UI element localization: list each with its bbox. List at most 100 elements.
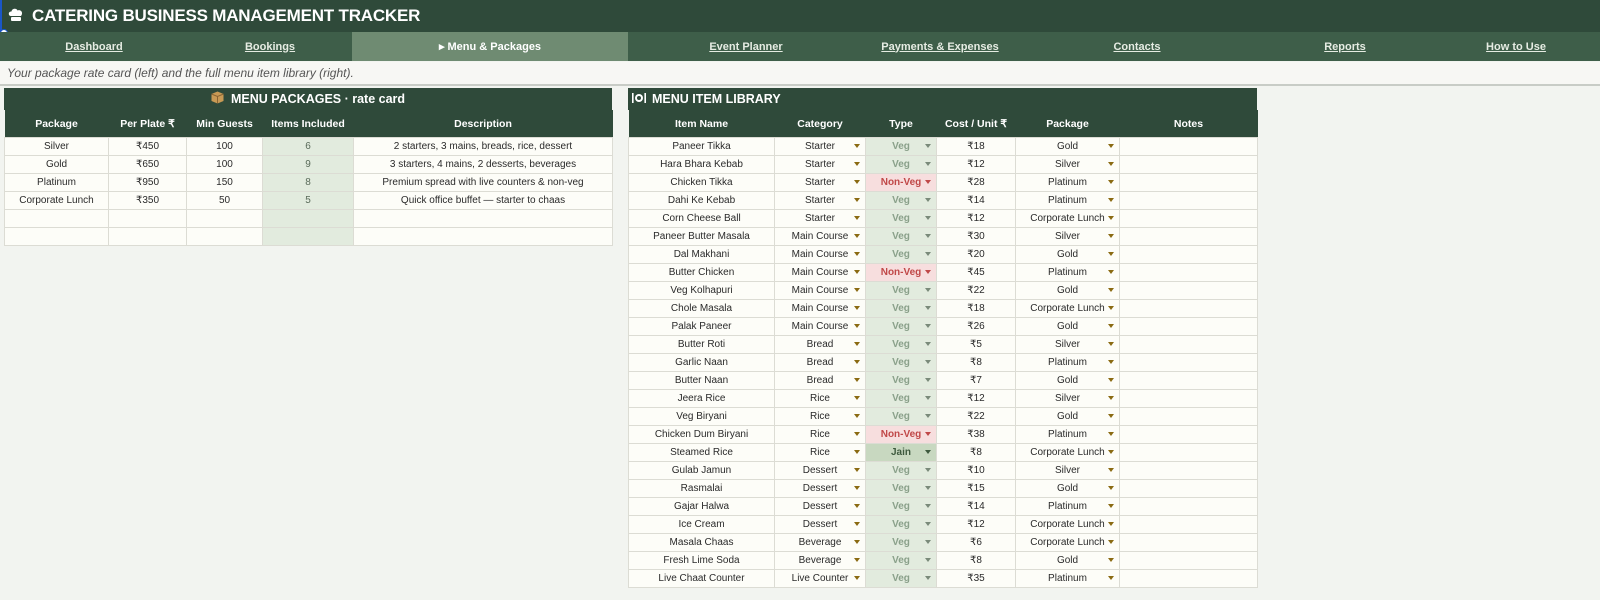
dropdown-arrow-icon[interactable] <box>1108 378 1114 382</box>
cell-package[interactable]: Gold <box>1015 281 1120 300</box>
cell-category[interactable]: Starter <box>774 155 866 174</box>
dropdown-arrow-icon[interactable] <box>854 360 860 364</box>
dropdown-arrow-icon[interactable] <box>854 576 860 580</box>
dropdown-arrow-icon[interactable] <box>1108 198 1114 202</box>
cell-notes[interactable] <box>1119 533 1258 552</box>
dropdown-arrow-icon[interactable] <box>1108 396 1114 400</box>
cell-package[interactable]: Gold <box>1015 245 1120 264</box>
cell-notes[interactable] <box>1119 479 1258 498</box>
dropdown-arrow-icon[interactable] <box>854 522 860 526</box>
cell-cost-unit[interactable]: ₹12 <box>936 155 1016 174</box>
cell-notes[interactable] <box>1119 191 1258 210</box>
dropdown-arrow-icon[interactable] <box>1108 558 1114 562</box>
dropdown-arrow-icon[interactable] <box>925 162 931 166</box>
cell-item-name[interactable]: Ice Cream <box>628 515 775 534</box>
cell-type[interactable]: Veg <box>865 227 937 246</box>
cell-category[interactable]: Main Course <box>774 281 866 300</box>
cell-notes[interactable] <box>1119 461 1258 480</box>
cell-category[interactable]: Dessert <box>774 497 866 516</box>
tab-event-planner[interactable]: Event Planner <box>628 32 864 61</box>
cell-item-name[interactable]: Veg Kolhapuri <box>628 281 775 300</box>
cell-package[interactable] <box>4 209 109 228</box>
cell-category[interactable]: Main Course <box>774 263 866 282</box>
dropdown-arrow-icon[interactable] <box>925 306 931 310</box>
cell-cost-unit[interactable]: ₹30 <box>936 227 1016 246</box>
dropdown-arrow-icon[interactable] <box>1108 432 1114 436</box>
dropdown-arrow-icon[interactable] <box>925 396 931 400</box>
dropdown-arrow-icon[interactable] <box>1108 180 1114 184</box>
cell-type[interactable]: Veg <box>865 353 937 372</box>
dropdown-arrow-icon[interactable] <box>854 432 860 436</box>
cell-package[interactable]: Corporate Lunch <box>1015 209 1120 228</box>
cell-cost-unit[interactable]: ₹12 <box>936 515 1016 534</box>
cell-per-plate[interactable] <box>108 227 187 246</box>
tab-how-to-use[interactable]: How to Use <box>1432 32 1600 61</box>
cell-package[interactable]: Gold <box>1015 317 1120 336</box>
cell-package[interactable]: Corporate Lunch <box>1015 443 1120 462</box>
cell-cost-unit[interactable]: ₹8 <box>936 353 1016 372</box>
cell-category[interactable]: Rice <box>774 389 866 408</box>
cell-type[interactable]: Veg <box>865 479 937 498</box>
cell-type[interactable]: Veg <box>865 407 937 426</box>
dropdown-arrow-icon[interactable] <box>925 468 931 472</box>
cell-type[interactable]: Veg <box>865 551 937 570</box>
cell-type[interactable]: Veg <box>865 209 937 228</box>
cell-type[interactable]: Veg <box>865 515 937 534</box>
tab-contacts[interactable]: Contacts <box>1016 32 1258 61</box>
cell-cost-unit[interactable]: ₹45 <box>936 263 1016 282</box>
cell-type[interactable]: Veg <box>865 389 937 408</box>
dropdown-arrow-icon[interactable] <box>854 144 860 148</box>
cell-item-name[interactable]: Masala Chaas <box>628 533 775 552</box>
dropdown-arrow-icon[interactable] <box>925 270 931 274</box>
cell-type[interactable]: Veg <box>865 461 937 480</box>
cell-item-name[interactable]: Paneer Tikka <box>628 137 775 156</box>
dropdown-arrow-icon[interactable] <box>925 414 931 418</box>
dropdown-arrow-icon[interactable] <box>854 540 860 544</box>
cell-type[interactable]: Veg <box>865 155 937 174</box>
cell-per-plate[interactable] <box>108 209 187 228</box>
cell-package[interactable]: Corporate Lunch <box>4 191 109 210</box>
cell-type[interactable]: Veg <box>865 281 937 300</box>
cell-package[interactable] <box>4 227 109 246</box>
cell-package[interactable]: Silver <box>1015 227 1120 246</box>
cell-notes[interactable] <box>1119 425 1258 444</box>
cell-category[interactable]: Rice <box>774 407 866 426</box>
dropdown-arrow-icon[interactable] <box>854 270 860 274</box>
cell-item-name[interactable]: Gajar Halwa <box>628 497 775 516</box>
cell-item-name[interactable]: Steamed Rice <box>628 443 775 462</box>
cell-notes[interactable] <box>1119 551 1258 570</box>
cell-min-guests[interactable] <box>186 209 263 228</box>
dropdown-arrow-icon[interactable] <box>854 378 860 382</box>
cell-per-plate[interactable]: ₹450 <box>108 137 187 156</box>
dropdown-arrow-icon[interactable] <box>1108 162 1114 166</box>
dropdown-arrow-icon[interactable] <box>925 198 931 202</box>
cell-package[interactable]: Silver <box>1015 335 1120 354</box>
dropdown-arrow-icon[interactable] <box>1108 306 1114 310</box>
dropdown-arrow-icon[interactable] <box>1108 450 1114 454</box>
cell-package[interactable]: Gold <box>4 155 109 174</box>
cell-category[interactable]: Main Course <box>774 227 866 246</box>
cell-per-plate[interactable]: ₹350 <box>108 191 187 210</box>
cell-category[interactable]: Beverage <box>774 551 866 570</box>
cell-notes[interactable] <box>1119 281 1258 300</box>
cell-cost-unit[interactable]: ₹12 <box>936 389 1016 408</box>
cell-type[interactable]: Veg <box>865 317 937 336</box>
cell-item-name[interactable]: Chole Masala <box>628 299 775 318</box>
dropdown-arrow-icon[interactable] <box>854 324 860 328</box>
dropdown-arrow-icon[interactable] <box>1108 288 1114 292</box>
cell-items-included[interactable]: 9 <box>262 155 354 174</box>
dropdown-arrow-icon[interactable] <box>925 486 931 490</box>
cell-items-included[interactable] <box>262 209 354 228</box>
cell-package[interactable]: Gold <box>1015 407 1120 426</box>
cell-type[interactable]: Veg <box>865 371 937 390</box>
dropdown-arrow-icon[interactable] <box>854 468 860 472</box>
cell-description[interactable]: Quick office buffet — starter to chaas <box>353 191 613 210</box>
cell-cost-unit[interactable]: ₹18 <box>936 137 1016 156</box>
cell-item-name[interactable]: Jeera Rice <box>628 389 775 408</box>
dropdown-arrow-icon[interactable] <box>1108 360 1114 364</box>
cell-package[interactable]: Gold <box>1015 371 1120 390</box>
cell-description[interactable]: Premium spread with live counters & non-… <box>353 173 613 192</box>
cell-category[interactable]: Dessert <box>774 479 866 498</box>
cell-items-included[interactable]: 5 <box>262 191 354 210</box>
cell-item-name[interactable]: Dahi Ke Kebab <box>628 191 775 210</box>
